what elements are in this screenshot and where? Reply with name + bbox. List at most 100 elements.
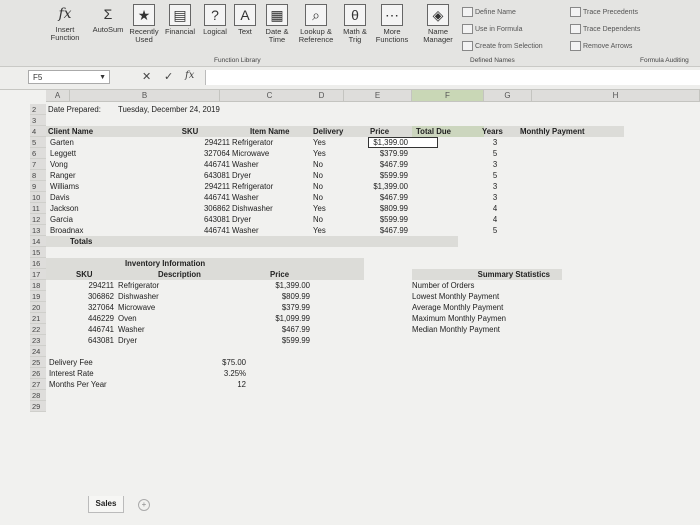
row-header[interactable]: 25 [30,357,46,368]
math-trig-button[interactable]: θ Math & Trig [338,4,372,44]
header-monthly[interactable]: Monthly Payment [520,127,600,137]
client-name[interactable]: Broadnax [50,226,130,236]
date-time-button[interactable]: ▦ Date & Time [261,4,293,44]
client-name[interactable]: Leggett [50,149,130,159]
inventory-price[interactable]: $467.99 [250,325,310,335]
client-name[interactable]: Williams [50,182,130,192]
insert-function-button[interactable]: fx Insert Function [48,4,82,42]
inventory-description[interactable]: Washer [118,325,198,335]
add-sheet-icon[interactable]: + [138,499,150,511]
client-name[interactable]: Davis [50,193,130,203]
order-years[interactable]: 5 [480,226,510,236]
header-delivery[interactable]: Delivery [313,127,353,137]
summary-stat-label[interactable]: Maximum Monthly Paymen [412,314,562,324]
order-item[interactable]: Dishwasher [232,204,302,214]
row-header[interactable]: 9 [30,181,46,192]
inventory-header-sku[interactable]: SKU [76,270,116,280]
header-total-due[interactable]: Total Due [416,127,468,137]
row-header[interactable]: 16 [30,258,46,269]
order-years[interactable]: 4 [480,204,510,214]
inventory-header-description[interactable]: Description [158,270,228,280]
order-years[interactable]: 3 [480,138,510,148]
order-item[interactable]: Dryer [232,215,302,225]
row-header[interactable]: 10 [30,192,46,203]
header-sku[interactable]: SKU [160,127,220,137]
order-price[interactable]: $467.99 [346,193,408,203]
row-header[interactable]: 5 [30,137,46,148]
order-years[interactable]: 5 [480,171,510,181]
row-header[interactable]: 19 [30,291,46,302]
recently-used-button[interactable]: ★ Recently Used [128,4,160,44]
inventory-sku[interactable]: 446741 [80,325,114,335]
totals-label[interactable]: Totals [70,237,130,247]
worksheet-grid[interactable]: A B C D E F G H 2 3 4 5 6 7 8 9 10 11 12 13 14 15 16 17 18 19 20 21… [0,90,700,525]
client-name[interactable]: Ranger [50,171,130,181]
inventory-price[interactable]: $1,099.99 [250,314,310,324]
inventory-description[interactable]: Microwave [118,303,198,313]
order-sku[interactable]: 306862 [190,204,230,214]
fee-value[interactable]: 12 [200,380,246,390]
column-header[interactable]: E [344,90,412,102]
define-name-button[interactable]: Define Name [462,7,516,17]
row-header[interactable]: 11 [30,203,46,214]
more-functions-button[interactable]: ⋯ More Functions [374,4,410,44]
order-item[interactable]: Refrigerator [232,138,302,148]
inventory-header-price[interactable]: Price [270,270,310,280]
order-years[interactable]: 3 [480,193,510,203]
order-item[interactable]: Washer [232,193,302,203]
name-manager-button[interactable]: ◈ Name Manager [420,4,456,44]
summary-stat-label[interactable]: Average Monthly Payment [412,303,562,313]
order-price[interactable]: $599.99 [346,215,408,225]
column-header[interactable]: B [70,90,220,102]
order-sku[interactable]: 446741 [190,226,230,236]
autosum-button[interactable]: Σ AutoSum [92,4,124,34]
inventory-sku[interactable]: 643081 [80,336,114,346]
order-price[interactable]: $809.99 [346,204,408,214]
inventory-sku[interactable]: 306862 [80,292,114,302]
fee-label[interactable]: Months Per Year [49,380,159,390]
row-header[interactable]: 13 [30,225,46,236]
order-sku[interactable]: 446741 [190,193,230,203]
order-item[interactable]: Microwave [232,149,302,159]
row-header[interactable]: 21 [30,313,46,324]
order-item[interactable]: Washer [232,160,302,170]
order-delivery[interactable]: Yes [313,138,343,148]
text-button[interactable]: A Text [232,4,258,36]
row-header[interactable]: 22 [30,324,46,335]
order-delivery[interactable]: No [313,193,343,203]
inventory-price[interactable]: $1,399.00 [250,281,310,291]
summary-stat-label[interactable]: Lowest Monthly Payment [412,292,562,302]
client-name[interactable]: Garcia [50,215,130,225]
column-header[interactable]: H [532,90,700,102]
remove-arrows-button[interactable]: Remove Arrows [570,41,632,51]
client-name[interactable]: Jackson [50,204,130,214]
formula-input[interactable] [205,70,700,85]
row-header[interactable]: 8 [30,170,46,181]
summary-stat-label[interactable]: Number of Orders [412,281,562,291]
order-sku[interactable]: 327064 [190,149,230,159]
row-header[interactable]: 24 [30,346,46,357]
fee-value[interactable]: $75.00 [200,358,246,368]
lookup-reference-button[interactable]: ⌕ Lookup & Reference [296,4,336,44]
column-header[interactable]: G [484,90,532,102]
row-header[interactable]: 4 [30,126,46,137]
fee-value[interactable]: 3.25% [200,369,246,379]
row-header[interactable]: 29 [30,401,46,412]
trace-dependents-button[interactable]: Trace Dependents [570,24,640,34]
inventory-sku[interactable]: 446229 [80,314,114,324]
row-header[interactable]: 12 [30,214,46,225]
column-header[interactable]: F [412,90,484,102]
header-years[interactable]: Years [482,127,522,137]
order-price[interactable]: $1,399.00 [346,182,408,192]
inventory-sku[interactable]: 327064 [80,303,114,313]
order-price[interactable]: $467.99 [346,226,408,236]
sheet-tab-sales[interactable]: Sales [88,496,124,513]
order-item[interactable]: Washer [232,226,302,236]
inventory-description[interactable]: Oven [118,314,198,324]
summary-title[interactable]: Summary Statistics [440,270,550,280]
order-delivery[interactable]: No [313,182,343,192]
client-name[interactable]: Garten [50,138,130,148]
order-price[interactable]: $599.99 [346,171,408,181]
enter-icon[interactable]: ✓ [164,70,173,83]
logical-button[interactable]: ? Logical [200,4,230,36]
